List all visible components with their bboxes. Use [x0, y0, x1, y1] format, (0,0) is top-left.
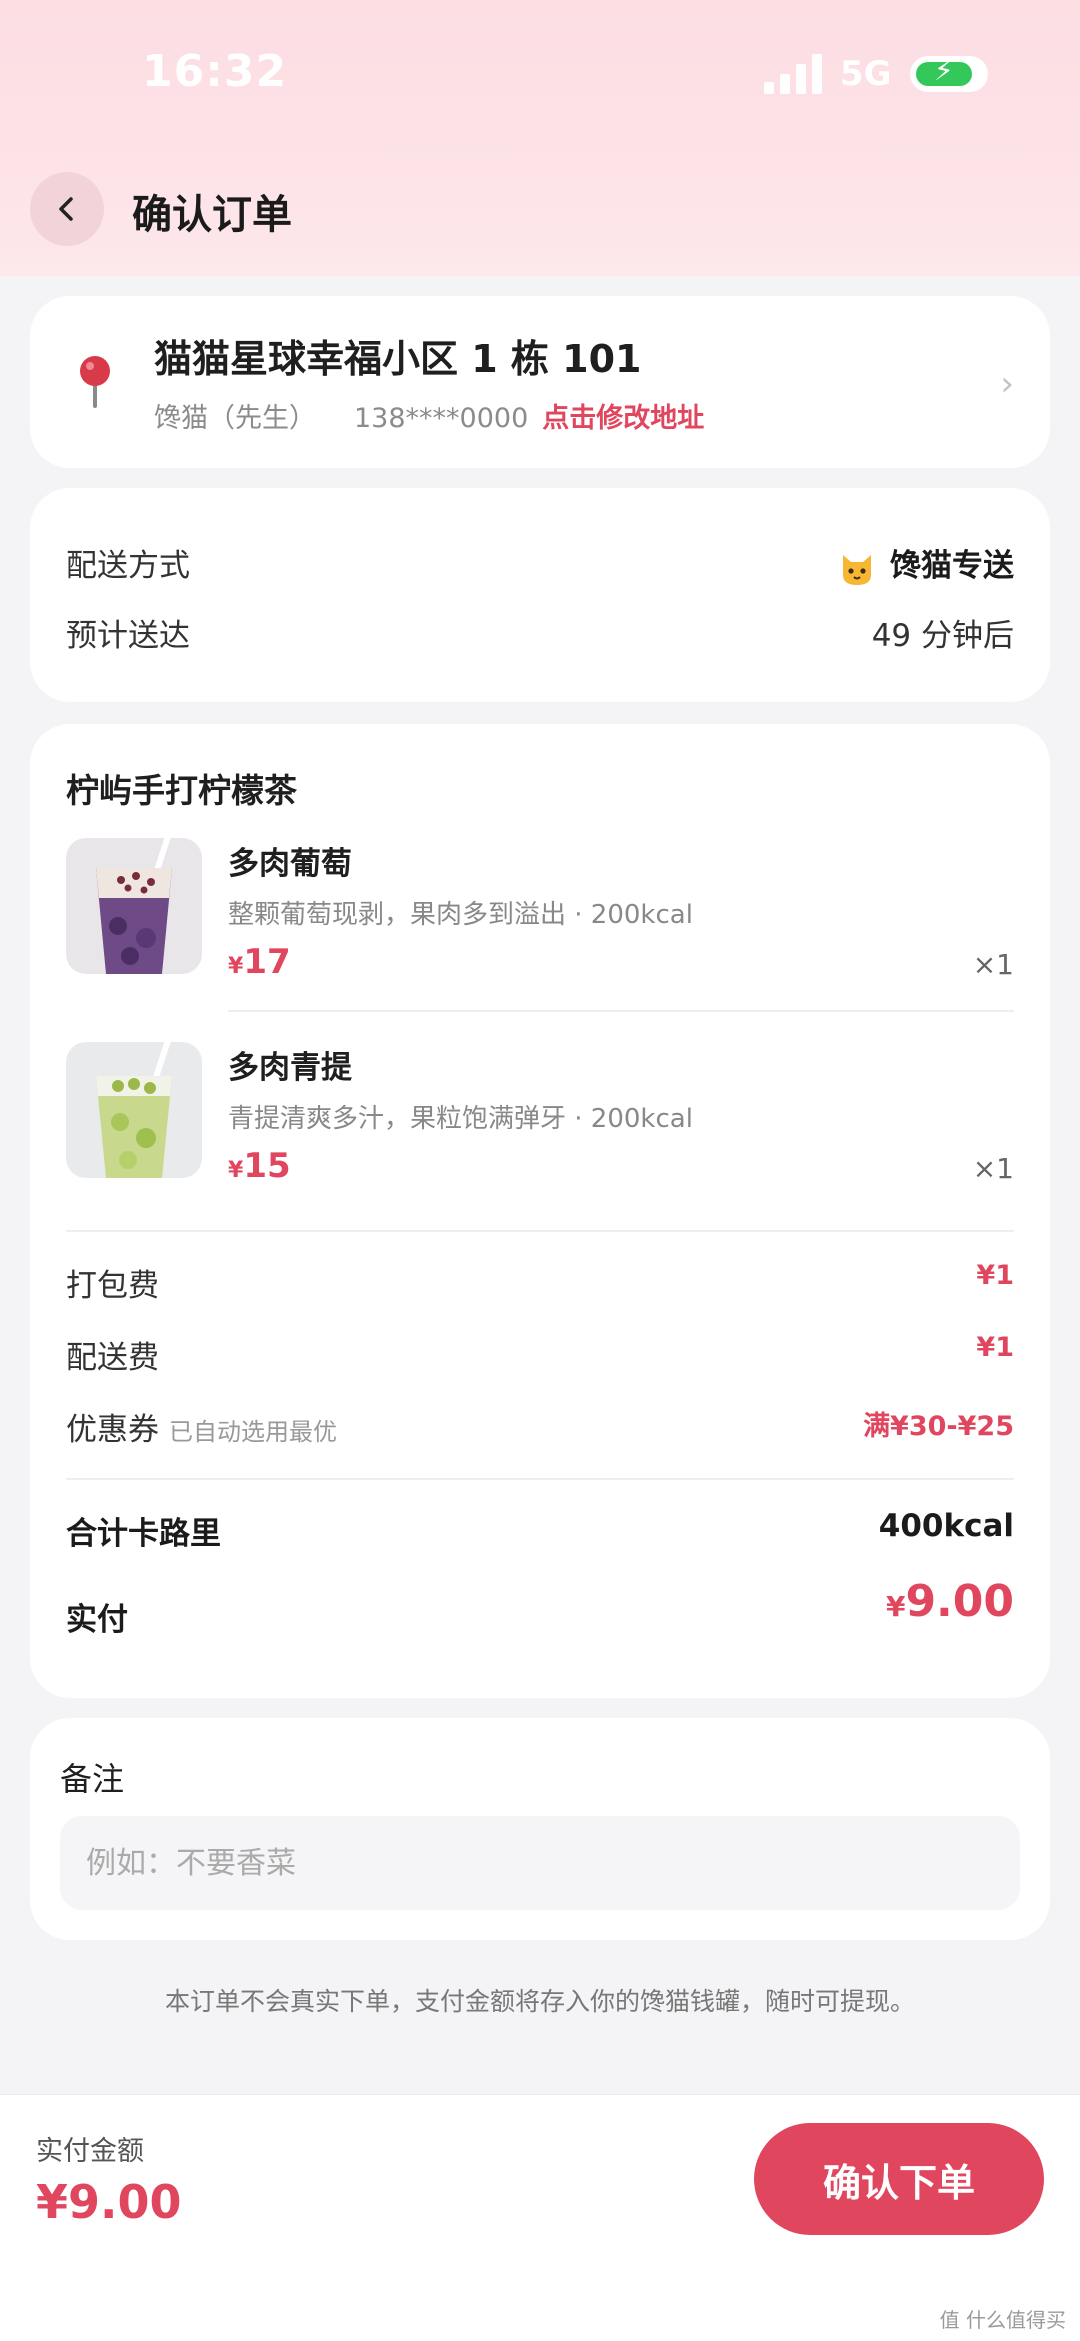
order-item: 多肉葡萄 整颗葡萄现剥，果肉多到溢出 · 200kcal ¥17 ×1 [66, 838, 1014, 988]
notice-text: 本订单不会真实下单，支付金额将存入你的馋猫钱罐，随时可提现。 [164, 1987, 915, 2016]
cat-icon [843, 554, 871, 585]
paid-label: 实付 [66, 1602, 128, 1638]
chevron-left-icon [59, 197, 73, 221]
delivery-method-value-wrap: 馋猫专送 [838, 540, 1014, 587]
network-label: 5G [840, 54, 892, 94]
shop-name: 柠屿手打柠檬茶 [66, 771, 297, 810]
paid-amount: ¥9.00 [886, 1576, 1014, 1627]
divider [66, 1230, 1014, 1232]
page-title: 确认订单 [132, 192, 292, 238]
order-card: 柠屿手打柠檬茶 多肉葡萄 整颗葡萄现剥，果肉多到溢出 · 200kcal ¥17… [30, 724, 1050, 1698]
delivery-fee-label: 配送费 [66, 1340, 159, 1376]
paid-value: 9.00 [905, 1576, 1014, 1627]
pay-amount: ¥9.00 [36, 2175, 182, 2229]
delivery-fee-row: 配送费 ¥1 [66, 1332, 1014, 1377]
remark-title: 备注 [60, 1760, 125, 1798]
contact-phone: 138****0000 [354, 403, 529, 434]
item-price-value: 17 [243, 942, 291, 982]
chevron-right-icon: › [1000, 364, 1014, 404]
edit-address-link[interactable]: 点击修改地址 [542, 403, 704, 434]
item-price-value: 15 [243, 1146, 291, 1186]
address-contact: 馋猫（先生） 138****0000 点击修改地址 [154, 396, 704, 435]
calories-row: 合计卡路里 400kcal [66, 1508, 1014, 1553]
item-quantity: ×1 [972, 948, 1014, 981]
coupon-label: 优惠券 [66, 1412, 159, 1448]
item-name: 多肉青提 [228, 1050, 352, 1086]
paid-currency: ¥ [885, 1590, 906, 1623]
back-button[interactable] [30, 172, 104, 246]
pay-label: 实付金额 [36, 2136, 144, 2167]
packing-fee-value: ¥1 [976, 1260, 1014, 1291]
signal-icon [764, 54, 824, 94]
delivery-fee-value: ¥1 [976, 1332, 1014, 1363]
address-card[interactable]: 猫猫星球幸福小区 1 栋 101 馋猫（先生） 138****0000 点击修改地址… [30, 296, 1050, 468]
item-description: 青提清爽多汁，果粒饱满弹牙 · 200kcal [228, 1104, 693, 1134]
remark-input[interactable] [60, 1816, 1020, 1910]
calories-value: 400kcal [878, 1508, 1014, 1544]
location-pin-icon [80, 356, 110, 408]
status-time: 16:32 [142, 46, 288, 97]
item-price: ¥17 [228, 942, 291, 982]
delivery-card: 配送方式 馋猫专送 预计送达 49 分钟后 [30, 488, 1050, 702]
remark-card: 备注 [30, 1718, 1050, 1940]
status-bar: 16:32 5G ⚡ [0, 40, 1080, 110]
bottom-bar: 实付金额 ¥9.00 确认下单 值 什么值得买 [0, 2094, 1080, 2341]
battery-icon: ⚡ [910, 54, 988, 92]
address-line: 猫猫星球幸福小区 1 栋 101 [154, 337, 642, 381]
coupon-value: 满¥30-¥25 [863, 1411, 1014, 1442]
contact-name: 馋猫（先生） [154, 403, 316, 434]
item-quantity: ×1 [972, 1152, 1014, 1185]
product-image-green-grape [66, 1042, 202, 1178]
eta-label: 预计送达 [66, 618, 190, 654]
order-item: 多肉青提 青提清爽多汁，果粒饱满弹牙 · 200kcal ¥15 ×1 [66, 1042, 1014, 1192]
eta-row: 预计送达 49 分钟后 [66, 610, 1014, 655]
watermark: 值 什么值得买 [939, 2308, 1066, 2332]
item-description: 整颗葡萄现剥，果肉多到溢出 · 200kcal [228, 900, 693, 930]
item-name: 多肉葡萄 [228, 846, 352, 882]
product-image-grape [66, 838, 202, 974]
item-price-currency: ¥ [228, 1158, 244, 1183]
calories-label: 合计卡路里 [66, 1516, 221, 1552]
item-price-currency: ¥ [228, 954, 244, 979]
divider [66, 1478, 1014, 1480]
delivery-method-value: 馋猫专送 [890, 548, 1014, 584]
packing-fee-row: 打包费 ¥1 [66, 1260, 1014, 1305]
coupon-note: 已自动选用最优 [169, 1418, 337, 1446]
delivery-method-label: 配送方式 [66, 548, 190, 584]
divider [228, 1010, 1014, 1012]
coupon-row[interactable]: 优惠券 已自动选用最优 满¥30-¥25 [66, 1404, 1014, 1449]
eta-value: 49 分钟后 [871, 618, 1014, 654]
packing-fee-label: 打包费 [66, 1268, 159, 1304]
delivery-method-row: 配送方式 馋猫专送 [66, 540, 1014, 585]
paid-row: 实付 ¥9.00 [66, 1576, 1014, 1639]
confirm-order-button[interactable]: 确认下单 [754, 2123, 1044, 2235]
header-background: 16:32 5G ⚡ 确认订单 [0, 0, 1080, 276]
item-price: ¥15 [228, 1146, 291, 1186]
